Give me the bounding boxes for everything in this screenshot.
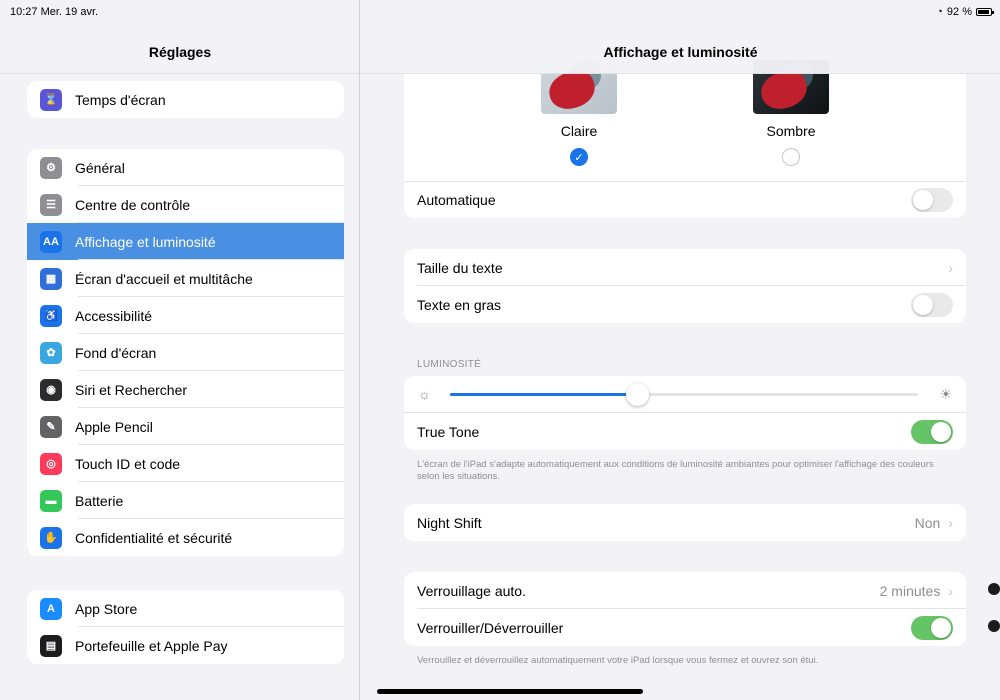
sidebar-item[interactable]: ✋ Confidentialité et sécurité (27, 519, 344, 556)
status-bar: 10:27 Mer. 19 avr. ◔ 92 % (0, 0, 1000, 22)
sidebar-item-label: Temps d'écran (75, 91, 166, 108)
sidebar-item[interactable]: ⌛ Temps d'écran (27, 81, 344, 118)
wifi-icon: ◔ (936, 6, 943, 18)
sidebar-item[interactable]: ☰ Centre de contrôle (27, 186, 344, 223)
control-center-icon: ☰ (40, 193, 62, 216)
true-tone-toggle[interactable] (911, 419, 953, 444)
privacy-hand-icon: ✋ (40, 526, 62, 549)
fingerprint-icon: ◎ (40, 452, 62, 475)
sidebar-item[interactable]: ✎ Apple Pencil (27, 408, 344, 445)
battery-percent: 92 % (946, 6, 972, 18)
brightness-slider-row: ☼ ☀ (404, 376, 966, 413)
sun-small-icon: ☼ (418, 386, 431, 402)
dark-mode-radio[interactable] (782, 148, 800, 166)
sidebar-item[interactable]: AA Affichage et luminosité (27, 223, 344, 260)
auto-lock-label: Verrouillage auto. (417, 582, 526, 599)
sidebar-item-label: Confidentialité et sécurité (75, 529, 233, 546)
sidebar-item-label: Général (75, 159, 125, 176)
brightness-section-label: LUMINOSITÉ (417, 359, 482, 370)
sidebar-group-system: ⚙ Général ☰ Centre de contrôle AA Affichage e… (27, 149, 344, 556)
sidebar-item[interactable]: ▦ Écran d'accueil et multitâche (27, 260, 344, 297)
sun-large-icon: ☀ (939, 386, 952, 402)
sidebar-item-label: Fond d'écran (75, 344, 157, 361)
status-right: ◔ 92 % (936, 6, 994, 18)
sidebar-item-label: Siri et Rechercher (75, 381, 188, 398)
brightness-slider-thumb[interactable] (626, 383, 650, 406)
bold-text-toggle[interactable] (911, 292, 953, 317)
chevron-right-icon: › (948, 582, 953, 599)
sidebar-item-label: App Store (75, 600, 138, 617)
night-shift-row[interactable]: Night Shift Non › (404, 504, 966, 541)
sidebar-item-label: Écran d'accueil et multitâche (75, 270, 253, 287)
sidebar-item-label: Accessibilité (75, 307, 153, 324)
app-store-icon: A (40, 597, 62, 620)
sidebar-item[interactable]: ◎ Touch ID et code (27, 445, 344, 482)
light-mode-label: Claire (560, 123, 598, 139)
text-size-label: Taille du texte (417, 259, 503, 276)
sidebar-group-store: A App Store ▤ Portefeuille et Apple Pay (27, 590, 344, 664)
sidebar-group-screen-time: ⌛ Temps d'écran (27, 81, 344, 118)
annotation-dot (988, 583, 1000, 595)
sidebar-item-label: Touch ID et code (75, 455, 181, 472)
detail-pane: Affichage et luminosité Claire Sombre ✓ … (361, 0, 1000, 700)
accessibility-icon: ♿ (40, 304, 62, 327)
brightness-card: ☼ ☀ True Tone (404, 376, 966, 450)
sidebar-item[interactable]: ▤ Portefeuille et Apple Pay (27, 627, 344, 664)
sidebar-item[interactable]: ▬ Batterie (27, 482, 344, 519)
night-shift-value: Non (914, 514, 941, 531)
brightness-slider[interactable] (450, 383, 918, 406)
status-time: 10:27 Mer. 19 avr. (10, 6, 99, 18)
chevron-right-icon: › (948, 514, 953, 531)
sidebar-item[interactable]: ◉ Siri et Rechercher (27, 371, 344, 408)
automatic-label: Automatique (417, 192, 496, 208)
sidebar-item-label: Centre de contrôle (75, 196, 191, 213)
bold-text-label: Texte en gras (417, 296, 502, 313)
sidebar-item-label: Apple Pencil (75, 418, 153, 435)
true-tone-label: True Tone (417, 423, 480, 440)
battery-level-icon (976, 8, 994, 16)
siri-icon: ◉ (40, 378, 62, 401)
lock-unlock-row[interactable]: Verrouiller/Déverrouiller (404, 609, 966, 646)
sidebar-item[interactable]: A App Store (27, 590, 344, 627)
auto-lock-value: 2 minutes (879, 582, 941, 599)
sidebar-item[interactable]: ✿ Fond d'écran (27, 334, 344, 371)
true-tone-row[interactable]: True Tone (404, 413, 966, 450)
pencil-icon: ✎ (40, 415, 62, 438)
sidebar-item[interactable]: ♿ Accessibilité (27, 297, 344, 334)
lock-unlock-toggle[interactable] (911, 615, 953, 640)
automatic-toggle[interactable] (911, 188, 953, 212)
sidebar: Réglages ⌛ Temps d'écran ⚙ Général ☰ Centre … (0, 0, 360, 700)
hourglass-icon: ⌛ (40, 88, 62, 111)
night-shift-card: Night Shift Non › (404, 504, 966, 541)
brightness-slider-fill (450, 393, 638, 396)
sidebar-item-label: Affichage et luminosité (75, 233, 216, 250)
annotation-dot (988, 620, 1000, 632)
wallpaper-icon: ✿ (40, 341, 62, 364)
page-title: Affichage et luminosité (603, 44, 758, 60)
bold-text-row[interactable]: Texte en gras (404, 286, 966, 323)
chevron-right-icon: › (948, 259, 953, 276)
wallet-icon: ▤ (40, 634, 62, 657)
sidebar-item-label: Portefeuille et Apple Pay (75, 637, 228, 654)
battery-icon: ▬ (40, 489, 62, 512)
light-mode-radio[interactable]: ✓ (570, 148, 588, 166)
automatic-row[interactable]: Automatique (404, 181, 966, 218)
gear-icon: ⚙ (40, 156, 62, 179)
dark-mode-label: Sombre (766, 123, 816, 139)
true-tone-footnote: L'écran de l'iPad s'adapte automatiqueme… (417, 459, 934, 482)
display-icon: AA (40, 230, 62, 253)
sidebar-item[interactable]: ⚙ Général (27, 149, 344, 186)
home-screen-icon: ▦ (40, 267, 62, 290)
lock-unlock-label: Verrouiller/Déverrouiller (417, 619, 564, 636)
auto-lock-row[interactable]: Verrouillage auto. 2 minutes › (404, 572, 966, 609)
lock-card: Verrouillage auto. 2 minutes › Verrouille… (404, 572, 966, 646)
sidebar-title: Réglages (148, 44, 212, 60)
lock-footnote: Verrouillez et déverrouillez automatique… (417, 655, 819, 666)
text-card: Taille du texte › Texte en gras (404, 249, 966, 323)
sidebar-item-label: Batterie (75, 492, 124, 509)
text-size-row[interactable]: Taille du texte › (404, 249, 966, 286)
night-shift-label: Night Shift (417, 514, 482, 531)
home-indicator[interactable] (377, 689, 643, 694)
